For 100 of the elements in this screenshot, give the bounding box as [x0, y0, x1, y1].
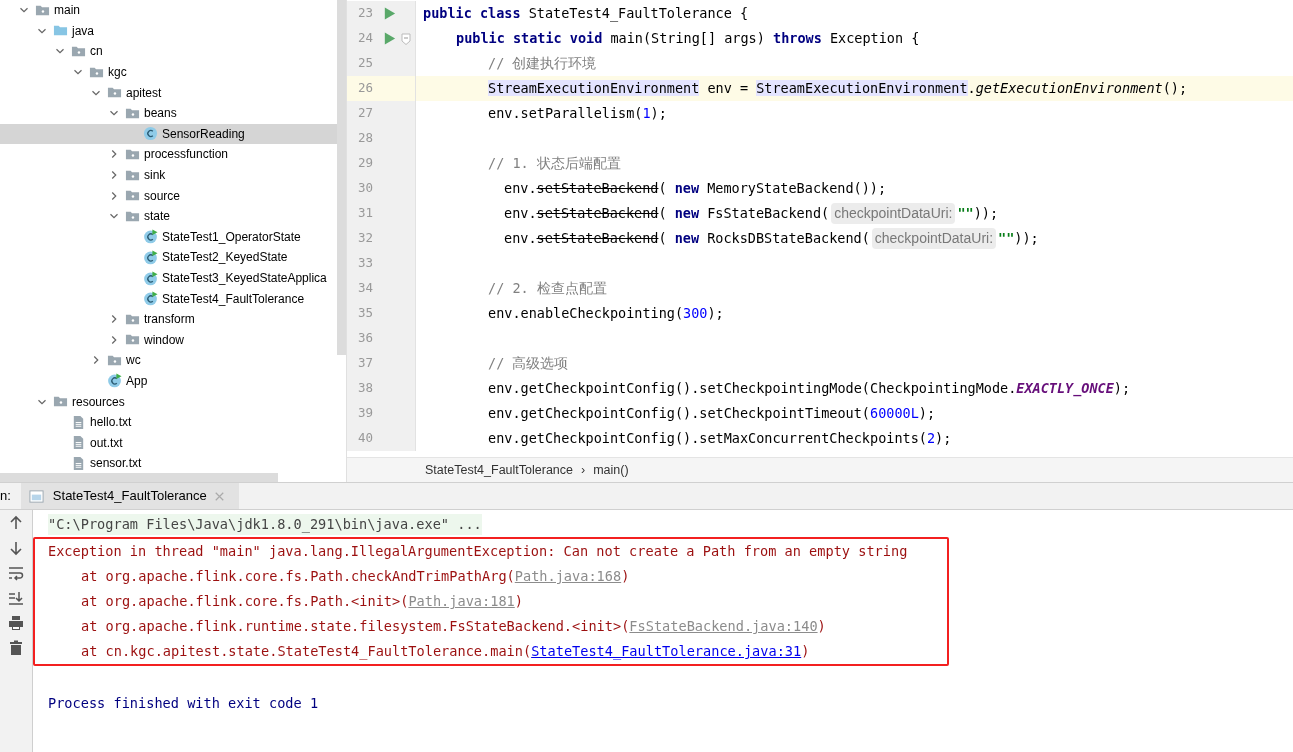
tree-item[interactable]: main	[0, 0, 337, 21]
class-icon	[143, 126, 158, 142]
line-number: 38	[356, 379, 374, 398]
code-text: env.setStateBackend( new FsStateBackend(	[504, 204, 830, 224]
line-number: 32	[356, 229, 374, 248]
parameter-hint: checkpointDataUri:	[871, 228, 997, 249]
line-number: 40	[356, 429, 374, 448]
soft-wrap-icon[interactable]	[8, 565, 24, 581]
parameter-hint: checkpointDataUri:	[831, 203, 956, 224]
file-icon	[71, 414, 86, 430]
code-text: // 2. 检查点配置	[488, 279, 607, 299]
line-number: 36	[356, 329, 374, 348]
console-text: )	[801, 642, 810, 662]
code-text: public static void main(String[] args) throws Exception {	[456, 29, 920, 49]
up-arrow-icon[interactable]	[8, 515, 24, 531]
file-icon	[71, 455, 86, 471]
line-number: 34	[356, 279, 374, 298]
tree-item[interactable]: cn	[0, 41, 337, 62]
class-icon	[143, 229, 158, 245]
tree-item[interactable]: state	[0, 205, 337, 227]
tree-item[interactable]: java	[0, 20, 337, 42]
line-number: 24	[356, 29, 374, 48]
tree-item[interactable]: StateTest2_KeyedState	[0, 247, 337, 268]
tree-item[interactable]: App	[0, 370, 337, 392]
scroll-to-end-icon[interactable]	[8, 590, 24, 606]
line-number: 28	[356, 129, 374, 148]
class-icon	[143, 291, 158, 307]
code-text: env.setStateBackend( new MemoryStateBackend());	[504, 179, 887, 199]
source-link[interactable]: StateTest4_FaultTolerance.java:31	[531, 641, 802, 662]
scrollbar[interactable]	[337, 0, 346, 355]
console-text: at cn.kgc.apitest.state.StateTest4_FaultTolerance.main(	[81, 642, 532, 662]
line-number: 29	[356, 154, 374, 173]
tree-item[interactable]: processfunction	[0, 144, 337, 165]
console-text: )	[621, 567, 630, 587]
line-number: 33	[356, 254, 374, 273]
console-text: "C:\Program Files\Java\jdk1.8.0_291\bin\java.exe" ...	[48, 514, 482, 535]
run-tab[interactable]: StateTest4_FaultTolerance	[20, 483, 239, 509]
print-icon[interactable]	[8, 615, 24, 631]
line-number: 39	[356, 404, 374, 423]
tree-item[interactable]: sink	[0, 164, 337, 186]
tree-item[interactable]: StateTest4_FaultTolerance	[0, 288, 337, 309]
tree-item[interactable]: sensor.txt	[0, 453, 337, 473]
console-text: )	[514, 592, 523, 612]
tree-item[interactable]: transform	[0, 308, 337, 330]
down-arrow-icon[interactable]	[8, 540, 24, 556]
code-text: public class StateTest4_FaultTolerance {	[423, 4, 749, 24]
code-text: env.getCheckpointConfig().setCheckpointTimeout(60000L);	[488, 404, 936, 424]
folder-icon	[71, 44, 86, 59]
line-number: 26	[356, 79, 374, 98]
line-number: 37	[356, 354, 374, 373]
window-icon	[28, 488, 44, 504]
code-text: env.setParallelism(1);	[488, 104, 667, 124]
tree-item[interactable]: apitest	[0, 82, 337, 103]
run-icon[interactable]	[382, 6, 397, 21]
tree-item[interactable]: resources	[0, 391, 337, 412]
tree-item[interactable]: SensorReading	[0, 123, 337, 145]
breadcrumb-item[interactable]: main()	[593, 460, 629, 480]
fold-icon	[401, 32, 411, 45]
code-text: env.getCheckpointConfig().setMaxConcurrentCheckpoints(2);	[488, 429, 952, 449]
console-text: at org.apache.flink.runtime.state.filesystem.FsStateBackend.<init>(	[81, 617, 630, 637]
tree-item[interactable]: hello.txt	[0, 411, 337, 433]
class-icon	[143, 270, 158, 286]
code-text: // 高级选项	[488, 354, 569, 374]
tree-item[interactable]: kgc	[0, 61, 337, 83]
console-text: Exception in thread "main" java.lang.IllegalArgumentException: Can not create a Path from an empty string	[48, 542, 908, 562]
line-number: 25	[356, 54, 374, 73]
tree-item[interactable]: out.txt	[0, 432, 337, 454]
code-text: ""));	[998, 229, 1039, 249]
source-link[interactable]: Path.java:168	[514, 566, 622, 587]
code-text: env.getCheckpointConfig().setCheckpointingMode(CheckpointingMode.EXACTLY_ONCE);	[488, 379, 1131, 399]
trash-icon[interactable]	[8, 640, 24, 656]
line-number: 27	[356, 104, 374, 123]
line-number: 35	[356, 304, 374, 323]
tree-item[interactable]: source	[0, 185, 337, 206]
console-text: at org.apache.flink.core.fs.Path.<init>(	[81, 592, 409, 612]
tree-item[interactable]: wc	[0, 350, 337, 371]
console-text: at org.apache.flink.core.fs.Path.checkAndTrimPathArg(	[81, 567, 515, 587]
tree-item[interactable]: StateTest1_OperatorState	[0, 226, 337, 248]
scrollbar[interactable]	[0, 473, 278, 482]
code-text: StreamExecutionEnvironment env = StreamExecutionEnvironment.getExecutionEnvironment();	[488, 79, 1188, 99]
panel-label: n:	[0, 487, 12, 506]
console-text: )	[817, 617, 826, 637]
code-text: env.setStateBackend( new RocksDBStateBackend(	[504, 229, 870, 249]
line-number: 30	[356, 179, 374, 198]
code-text: // 创建执行环境	[488, 54, 597, 74]
console-text: Process finished with exit code 1	[48, 694, 319, 714]
class-icon	[143, 249, 158, 265]
breadcrumb-separator: ›	[581, 461, 586, 479]
tree-item[interactable]: window	[0, 329, 337, 351]
code-text: env.enableCheckpointing(300);	[488, 304, 724, 324]
line-number: 23	[356, 4, 374, 23]
tree-item[interactable]: StateTest3_KeyedStateApplica	[0, 267, 337, 289]
class-icon	[107, 373, 122, 389]
file-icon	[71, 435, 86, 451]
code-text: // 1. 状态后端配置	[488, 154, 621, 174]
breadcrumb-item[interactable]: StateTest4_FaultTolerance	[425, 460, 573, 480]
code-text: ""));	[957, 204, 999, 224]
line-number: 31	[356, 204, 374, 223]
run-icon[interactable]	[382, 31, 397, 46]
tree-item[interactable]: beans	[0, 102, 337, 124]
